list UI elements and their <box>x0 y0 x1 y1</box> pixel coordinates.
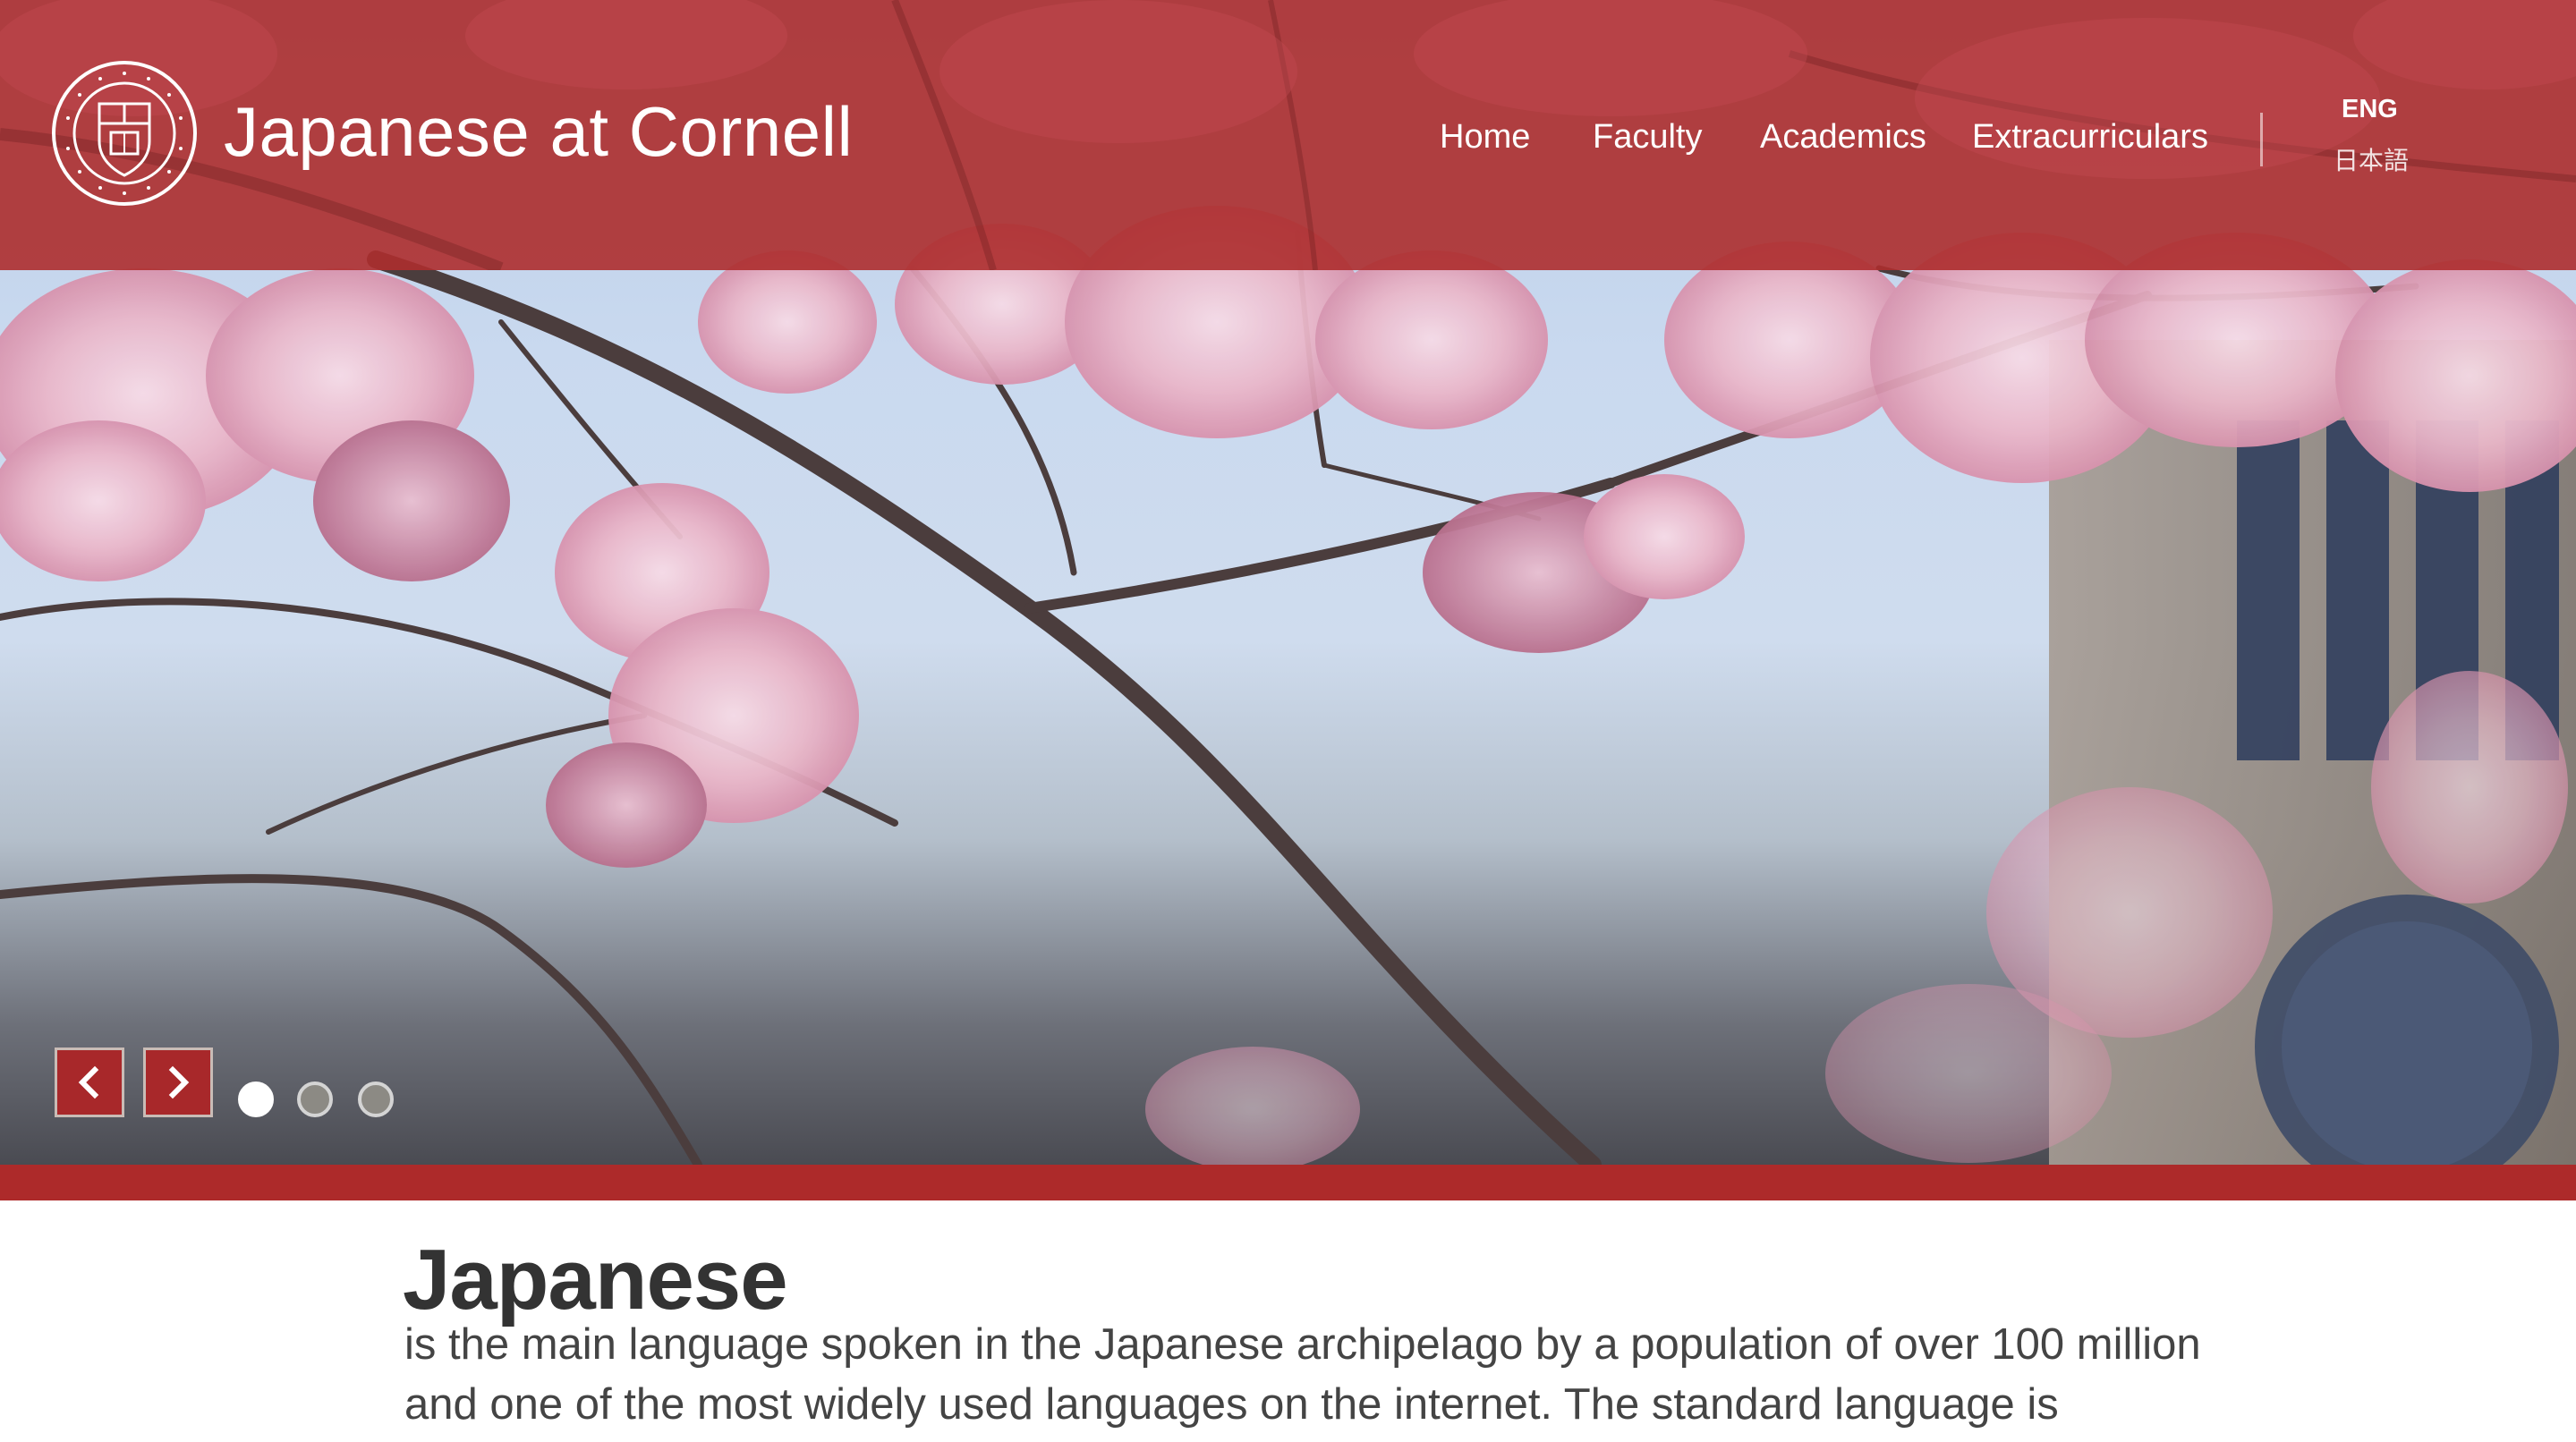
slider-dot-2[interactable] <box>297 1082 333 1117</box>
chevron-left-icon <box>78 1065 99 1099</box>
nav-item-extracurriculars[interactable]: Extracurriculars <box>1972 118 2208 157</box>
chevron-right-icon <box>168 1065 190 1099</box>
intro-text: is the main language spoken in the Japan… <box>404 1320 2201 1442</box>
nav-divider <box>2260 113 2263 166</box>
slider-prev-button[interactable] <box>55 1048 124 1117</box>
slider-next-button[interactable] <box>143 1048 213 1117</box>
nav-item-home[interactable]: Home <box>1440 118 1530 157</box>
hero-bottom-rule <box>0 1165 2576 1200</box>
nav-item-academics[interactable]: Academics <box>1760 118 1926 157</box>
site-title[interactable]: Japanese at Cornell <box>224 91 853 173</box>
nav-item-faculty[interactable]: Faculty <box>1593 118 1702 157</box>
language-english[interactable]: ENG <box>2342 95 2398 124</box>
site-header: Japanese at Cornell Home Faculty Academi… <box>0 0 2576 270</box>
cornell-seal-icon[interactable] <box>50 59 199 208</box>
slider-dot-1[interactable] <box>238 1082 274 1117</box>
language-japanese[interactable]: 日本語 <box>2334 141 2409 177</box>
slider-dot-3[interactable] <box>358 1082 394 1117</box>
